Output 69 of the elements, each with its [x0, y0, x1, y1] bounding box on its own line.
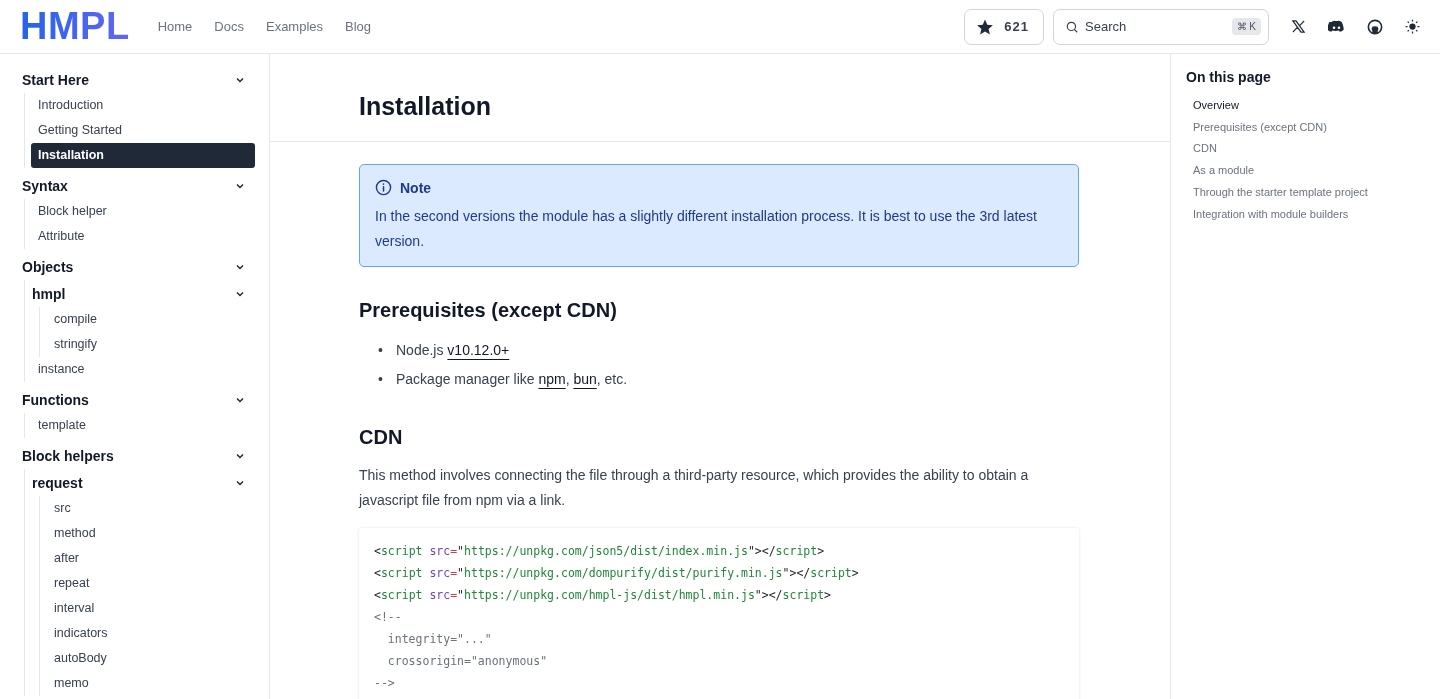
chevron-icon	[235, 478, 245, 488]
sidebar-item[interactable]: after	[46, 546, 255, 571]
sidebar-group[interactable]: hmpl	[25, 280, 255, 307]
toc-link[interactable]: Prerequisites (except CDN)	[1186, 116, 1440, 139]
sidebar-item[interactable]: Getting Started	[31, 118, 255, 143]
code-line: <script src="https://unpkg.com/hmpl-js/dist/hmpl.min.js"></script>	[374, 587, 832, 604]
sidebar-section[interactable]: Start Here	[22, 66, 255, 93]
sidebar-section[interactable]: Block helpers	[22, 442, 255, 469]
section-heading: Prerequisites (except CDN)	[359, 299, 618, 322]
link[interactable]: bun	[573, 371, 597, 387]
code-line: <script src="https://unpkg.com/json5/dist/index.min.js"></script>	[374, 543, 826, 560]
code-line: <script src="https://unpkg.com/dompurify/dist/purify.min.js"></script>	[374, 565, 860, 582]
chevron-icon	[235, 395, 245, 405]
note-text: In the second versions the module has a slightly different installation process. It is best to use the 3rd latest version.	[375, 207, 1038, 251]
github-icon[interactable]	[1367, 18, 1383, 35]
nav-link[interactable]: Home	[157, 19, 193, 34]
chevron-icon	[235, 262, 245, 272]
nav-link[interactable]: Docs	[214, 19, 244, 34]
sidebar-item[interactable]: template	[31, 413, 255, 438]
note-title: Note	[400, 179, 432, 196]
sidebar-item[interactable]: Installation	[31, 143, 255, 168]
chevron-icon	[235, 75, 245, 85]
toc-link[interactable]: CDN	[1186, 138, 1440, 161]
page-title: Installation	[359, 92, 492, 121]
sidebar-group[interactable]: request	[25, 469, 255, 496]
bullet: •	[378, 342, 384, 359]
sidebar-item[interactable]: autoBody	[46, 646, 255, 671]
x-logo-icon[interactable]	[1291, 19, 1306, 34]
sidebar-item[interactable]: stringify	[46, 332, 255, 357]
sidebar-section[interactable]: Syntax	[22, 172, 255, 199]
chevron-icon	[235, 451, 245, 461]
toc-title: On this page	[1186, 69, 1272, 85]
star-button[interactable]: 621	[964, 8, 1044, 45]
sidebar-item[interactable]: Introduction	[31, 93, 255, 118]
sidebar-item[interactable]: indicators	[46, 621, 255, 646]
sidebar-item[interactable]: interval	[46, 596, 255, 621]
toc-link[interactable]: Through the starter template project	[1186, 181, 1440, 204]
section-heading: CDN	[359, 426, 404, 449]
info-icon	[375, 179, 392, 196]
nav-link[interactable]: Examples	[265, 19, 324, 34]
sidebar-item[interactable]: method	[46, 521, 255, 546]
sidebar-section[interactable]: Objects	[22, 253, 255, 280]
chevron-icon	[235, 289, 245, 299]
code-line: integrity="..."	[386, 631, 493, 648]
list-item: Node.js v10.12.0+	[396, 341, 510, 360]
toc-link[interactable]: As a module	[1186, 160, 1440, 182]
sidebar-section[interactable]: Functions	[22, 386, 255, 413]
code-line: <!--	[374, 609, 403, 626]
sidebar-item[interactable]: src	[46, 496, 255, 521]
search-icon	[1065, 19, 1079, 34]
nav-link[interactable]: Blog	[345, 19, 372, 34]
sidebar-item[interactable]: Attribute	[31, 224, 255, 249]
bullet: •	[378, 371, 384, 388]
link[interactable]: v10.12.0+	[447, 342, 510, 358]
paragraph: This method involves connecting the file through a third-party resource, which provides the ability to obtain a javascript file from npm via a link.	[359, 466, 1030, 510]
list-item: Package manager like npm, bun, etc.	[396, 370, 628, 389]
sidebar-item[interactable]: compile	[46, 307, 255, 332]
toc-link[interactable]: Overview	[1186, 95, 1440, 117]
sidebar-item[interactable]: instance	[31, 357, 255, 382]
toc-link[interactable]: Integration with module builders	[1186, 203, 1440, 226]
sidebar-item[interactable]: Block helper	[31, 199, 255, 224]
code-line: -->	[374, 675, 396, 692]
discord-icon[interactable]	[1328, 19, 1345, 34]
code-line: crossorigin="anonymous"	[386, 653, 549, 670]
sun-icon[interactable]	[1405, 19, 1420, 34]
sidebar-item[interactable]: memo	[46, 671, 255, 696]
link[interactable]: npm	[538, 371, 566, 387]
chevron-icon	[235, 181, 245, 191]
sidebar-item[interactable]: repeat	[46, 571, 255, 596]
